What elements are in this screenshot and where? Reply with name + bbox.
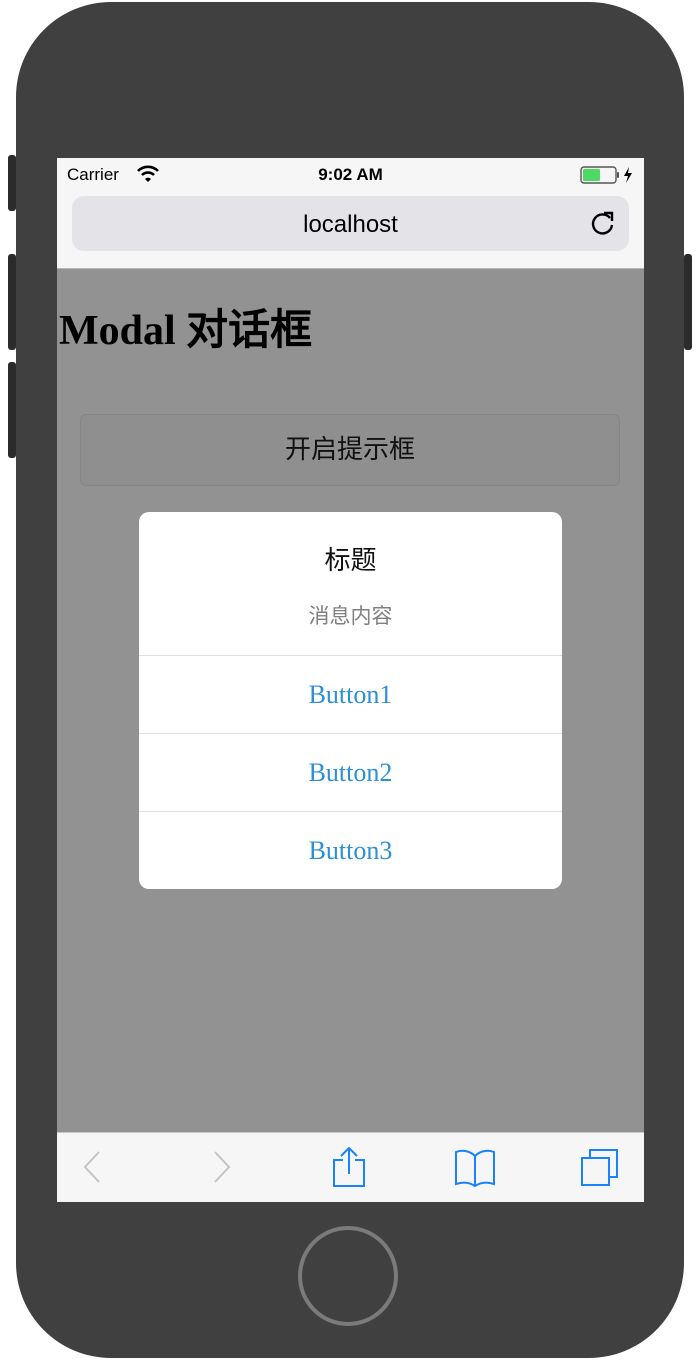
back-icon[interactable]: [72, 1147, 112, 1187]
status-bar: Carrier 9:02 AM: [57, 158, 644, 192]
share-icon[interactable]: [329, 1147, 369, 1187]
modal-button-3[interactable]: Button3: [139, 811, 562, 889]
volume-up-button: [8, 254, 16, 350]
modal-button-1[interactable]: Button1: [139, 655, 562, 733]
phone-screen: Carrier 9:02 AM localhost Modal 对话框 开启提示…: [57, 158, 644, 1202]
reload-icon[interactable]: [589, 210, 617, 238]
volume-down-button: [8, 362, 16, 458]
modal-message: 消息内容: [308, 604, 393, 628]
silent-switch: [8, 155, 16, 211]
page-title: Modal 对话框: [59, 308, 313, 354]
open-alert-button[interactable]: 开启提示框: [80, 414, 620, 486]
browser-toolbar: [57, 1132, 644, 1202]
address-bar[interactable]: localhost: [72, 196, 629, 251]
bookmarks-icon[interactable]: [454, 1147, 496, 1187]
browser-chrome: localhost: [57, 192, 644, 269]
battery-charging-icon: [580, 166, 634, 189]
modal-title: 标题: [324, 546, 377, 576]
url-text: localhost: [303, 211, 398, 238]
status-time: 9:02 AM: [318, 165, 383, 184]
tabs-icon[interactable]: [579, 1147, 619, 1187]
home-button[interactable]: [298, 1226, 398, 1326]
modal-dialog: 标题 消息内容 Button1 Button2 Button3: [139, 512, 562, 889]
forward-icon[interactable]: [202, 1147, 242, 1187]
power-button: [684, 254, 692, 350]
modal-button-2[interactable]: Button2: [139, 733, 562, 811]
